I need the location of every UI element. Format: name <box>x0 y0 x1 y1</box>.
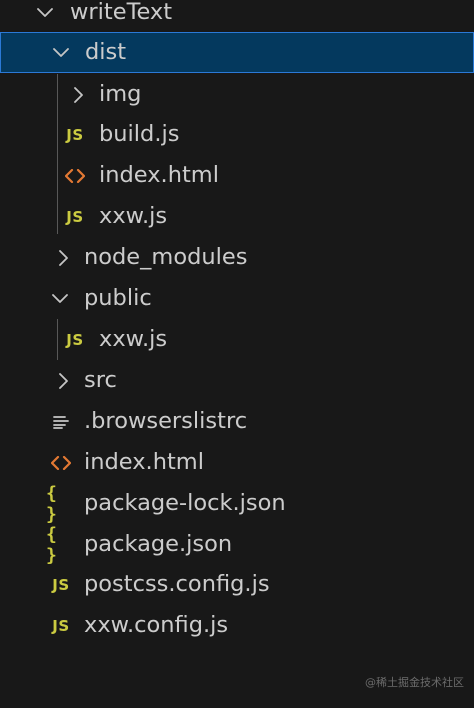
tree-item-label: index.html <box>99 162 219 188</box>
json-file-icon: { } <box>46 523 58 566</box>
tree-item-label: postcss.config.js <box>84 571 270 597</box>
chevron-down-icon <box>49 278 71 319</box>
js-file-icon: JS <box>66 125 84 144</box>
tree-item-label: .browserslistrc <box>84 408 248 434</box>
tree-item-package-json[interactable]: { } package.json <box>0 523 474 566</box>
tree-item-writetext-folder[interactable]: writeText <box>0 0 474 33</box>
tree-item-label: writeText <box>70 0 173 25</box>
tree-item-node-modules-folder[interactable]: node_modules <box>0 237 474 278</box>
tree-item-label: xxw.js <box>99 326 168 352</box>
tree-item-label: public <box>84 285 152 311</box>
tree-item-label: img <box>99 81 142 107</box>
watermark: @稀土掘金技术社区 <box>365 676 464 689</box>
tree-item-xxw-config-js[interactable]: JS xxw.config.js <box>0 605 474 646</box>
tree-item-dist-folder[interactable]: dist <box>0 32 474 73</box>
file-explorer-tree: writeText dist img JS build.js index.htm… <box>0 0 474 708</box>
chevron-right-icon <box>53 360 75 401</box>
tree-item-label: build.js <box>99 121 180 147</box>
tree-item-label: package.json <box>84 531 233 557</box>
chevron-down-icon <box>50 32 72 73</box>
tree-item-package-lock-json[interactable]: { } package-lock.json <box>0 482 474 525</box>
tree-item-label: package-lock.json <box>84 490 286 516</box>
json-file-icon: { } <box>46 482 58 525</box>
tree-item-postcss-config-js[interactable]: JS postcss.config.js <box>0 564 474 605</box>
tree-item-label: index.html <box>84 449 204 475</box>
chevron-down-icon <box>34 0 56 33</box>
tree-item-index-html[interactable]: index.html <box>0 155 474 196</box>
tree-item-xxw-js[interactable]: JS xxw.js <box>0 196 474 237</box>
tree-item-label: dist <box>85 39 127 65</box>
tree-item-index-html[interactable]: index.html <box>0 442 474 483</box>
js-file-icon: JS <box>66 207 84 226</box>
tree-item-label: xxw.js <box>99 203 168 229</box>
html-file-icon <box>60 155 90 196</box>
tree-item-img-folder[interactable]: img <box>0 74 474 115</box>
html-file-icon <box>46 442 76 483</box>
tree-item-public-folder[interactable]: public <box>0 278 474 319</box>
js-file-icon: JS <box>52 616 70 635</box>
tree-item-browserslistrc[interactable]: .browserslistrc <box>0 401 474 442</box>
js-file-icon: JS <box>52 575 70 594</box>
chevron-right-icon <box>68 74 90 115</box>
tree-item-build-js[interactable]: JS build.js <box>0 114 474 155</box>
tree-item-xxw-js[interactable]: JS xxw.js <box>0 319 474 360</box>
lines-file-icon <box>46 401 76 442</box>
tree-item-src-folder[interactable]: src <box>0 360 474 401</box>
tree-item-label: src <box>84 367 117 393</box>
chevron-right-icon <box>53 237 75 278</box>
tree-item-label: xxw.config.js <box>84 612 229 638</box>
tree-item-label: node_modules <box>84 244 248 270</box>
js-file-icon: JS <box>66 330 84 349</box>
